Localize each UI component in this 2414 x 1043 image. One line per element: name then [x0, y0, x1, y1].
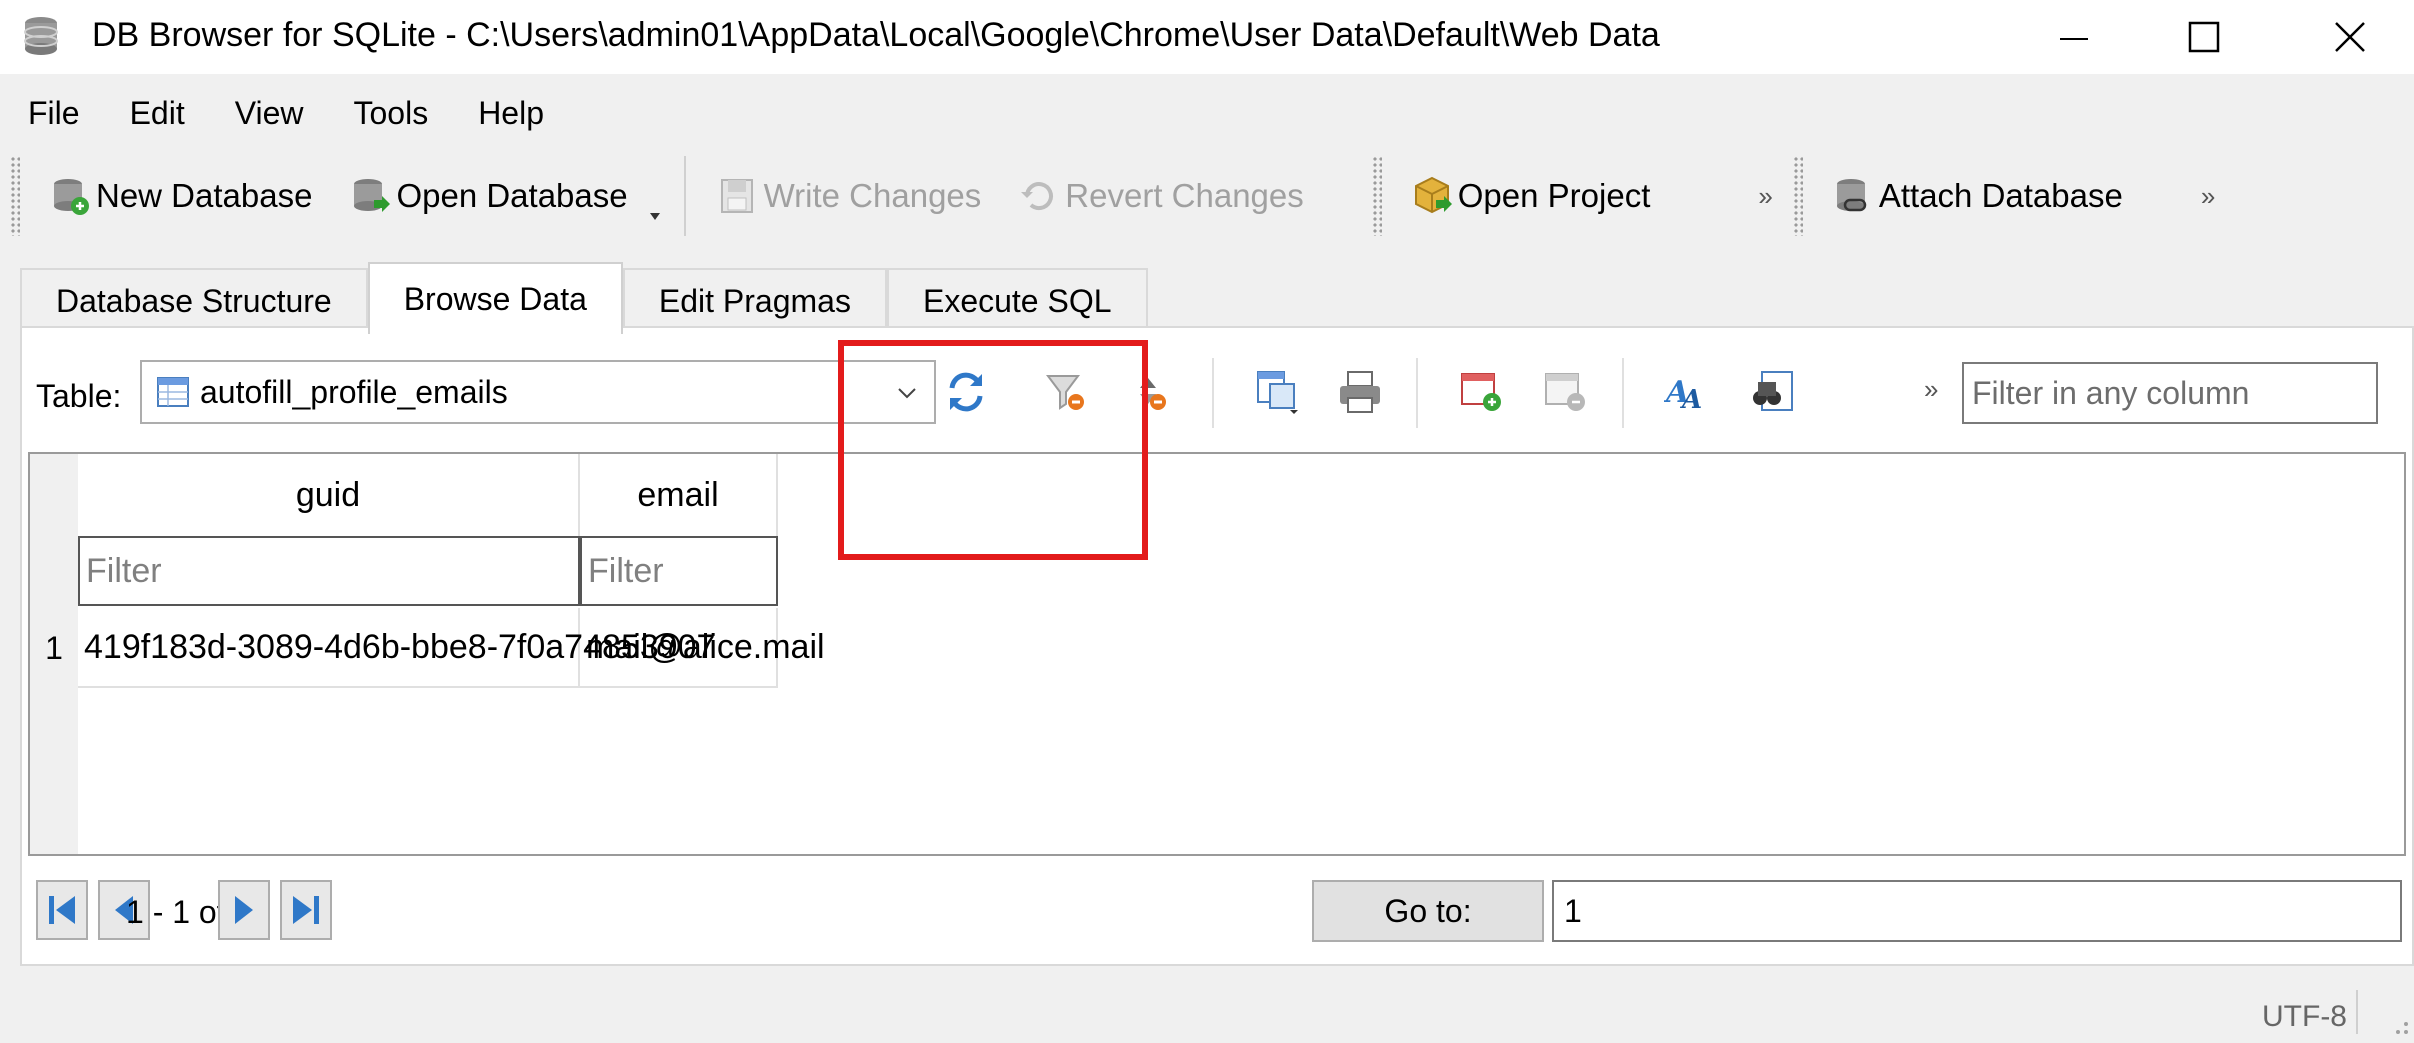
- attach-database-button[interactable]: Attach Database: [1813, 161, 2141, 231]
- last-page-icon: [293, 896, 319, 924]
- dropdown-arrow-icon[interactable]: [648, 209, 662, 223]
- revert-changes-label: Revert Changes: [1065, 177, 1304, 214]
- print-icon[interactable]: [1336, 368, 1384, 416]
- main-tab-bar: Database Structure Browse Data Edit Prag…: [20, 262, 1148, 334]
- close-icon: [2335, 22, 2365, 52]
- toolbar-grip[interactable]: [1792, 156, 1803, 236]
- revert-changes-icon: [1021, 182, 1054, 211]
- clear-filters-icon[interactable]: [1042, 368, 1090, 416]
- last-page-button[interactable]: [280, 880, 332, 940]
- encoding-status: UTF-8: [2262, 1000, 2347, 1033]
- clear-sorting-icon[interactable]: [1126, 368, 1174, 416]
- column-header-email[interactable]: email: [580, 454, 778, 536]
- find-replace-icon[interactable]: A A: [1664, 368, 1712, 416]
- data-grid: guid email Filter Filter 1 419f183d-3089…: [28, 452, 2406, 856]
- attach-database-icon: [1836, 179, 1867, 212]
- first-page-button[interactable]: [36, 880, 88, 940]
- write-changes-button[interactable]: Write Changes: [698, 161, 1000, 231]
- next-page-icon: [235, 896, 253, 924]
- cell-email[interactable]: mail@alice.mail: [580, 608, 825, 688]
- save-results-icon[interactable]: [1254, 368, 1302, 416]
- menu-bar: File Edit View Tools Help: [0, 86, 2414, 140]
- maximize-button[interactable]: [2156, 0, 2252, 74]
- row-number[interactable]: 1: [30, 608, 78, 688]
- open-database-icon: [354, 179, 391, 212]
- database-app-icon: [24, 17, 58, 55]
- table-label: Table:: [36, 378, 122, 414]
- new-record-icon[interactable]: [1458, 368, 1506, 416]
- close-button[interactable]: [2302, 0, 2398, 74]
- table-select-value: autofill_profile_emails: [200, 373, 508, 410]
- browse-data-panel: Table: autofill_profile_emails A A » Fil…: [20, 326, 2414, 966]
- toolbar-separator: [1622, 358, 1624, 428]
- chevron-down-icon: [898, 388, 916, 399]
- pager-bar: 1 - 1 of 1 Go to: 1: [22, 876, 2414, 946]
- minimize-button[interactable]: [2026, 0, 2122, 74]
- window-title: DB Browser for SQLite - C:\Users\admin01…: [92, 16, 1660, 54]
- menu-tools[interactable]: Tools: [353, 95, 428, 132]
- open-project-label: Open Project: [1457, 177, 1651, 214]
- open-database-label: Open Database: [396, 177, 628, 214]
- cell-guid[interactable]: 419f183d-3089-4d6b-bbe8-7f0a74853907: [78, 608, 715, 688]
- table-select[interactable]: autofill_profile_emails: [140, 360, 936, 424]
- toolbar-overflow-button-2[interactable]: »: [2191, 181, 2225, 212]
- tab-edit-pragmas[interactable]: Edit Pragmas: [622, 268, 887, 332]
- filter-any-column-input[interactable]: Filter in any column: [1962, 362, 2378, 424]
- toolbar-separator: [1416, 358, 1418, 428]
- new-database-icon: [54, 179, 89, 215]
- toolbar-overflow-button[interactable]: »: [1748, 181, 1782, 212]
- attach-database-label: Attach Database: [1878, 177, 2123, 214]
- find-icon[interactable]: [1748, 368, 1796, 416]
- new-database-label: New Database: [96, 177, 313, 214]
- revert-changes-button[interactable]: Revert Changes: [999, 161, 1321, 231]
- filter-input-email[interactable]: Filter: [580, 536, 778, 606]
- open-project-icon: [1414, 176, 1452, 214]
- menu-edit[interactable]: Edit: [130, 95, 185, 132]
- delete-record-icon[interactable]: [1542, 368, 1590, 416]
- tab-database-structure[interactable]: Database Structure: [20, 268, 368, 332]
- go-to-input[interactable]: 1: [1552, 880, 2402, 942]
- refresh-icon[interactable]: [942, 368, 990, 416]
- go-to-button[interactable]: Go to:: [1312, 880, 1544, 942]
- open-project-button[interactable]: Open Project: [1392, 161, 1669, 231]
- new-database-button[interactable]: New Database: [30, 161, 330, 231]
- toolbar-separator: [683, 156, 686, 236]
- resize-grip-icon[interactable]: [2384, 1010, 2410, 1036]
- filter-overflow-button[interactable]: »: [1924, 374, 1938, 405]
- status-separator: [2356, 990, 2358, 1034]
- open-database-button[interactable]: Open Database: [330, 161, 671, 231]
- maximize-icon: [2188, 21, 2220, 53]
- toolbar-separator: [1212, 358, 1214, 428]
- column-header-guid[interactable]: guid: [78, 454, 580, 536]
- main-toolbar: New Database Open Database Write Changes…: [0, 146, 2414, 246]
- menu-file[interactable]: File: [28, 95, 80, 132]
- write-changes-icon: [720, 179, 753, 213]
- table-icon: [157, 377, 189, 407]
- title-bar: DB Browser for SQLite - C:\Users\admin01…: [0, 0, 2414, 74]
- menu-help[interactable]: Help: [478, 95, 544, 132]
- toolbar-grip[interactable]: [1371, 156, 1382, 236]
- filter-input-guid[interactable]: Filter: [78, 536, 580, 606]
- next-page-button[interactable]: [218, 880, 270, 940]
- menu-view[interactable]: View: [235, 95, 304, 132]
- tab-execute-sql[interactable]: Execute SQL: [886, 268, 1148, 332]
- minimize-icon: [2060, 38, 2088, 40]
- first-page-icon: [49, 896, 75, 924]
- write-changes-label: Write Changes: [763, 177, 982, 214]
- toolbar-grip[interactable]: [10, 156, 20, 236]
- svg-text:A: A: [1679, 385, 1702, 415]
- tab-browse-data[interactable]: Browse Data: [367, 262, 623, 334]
